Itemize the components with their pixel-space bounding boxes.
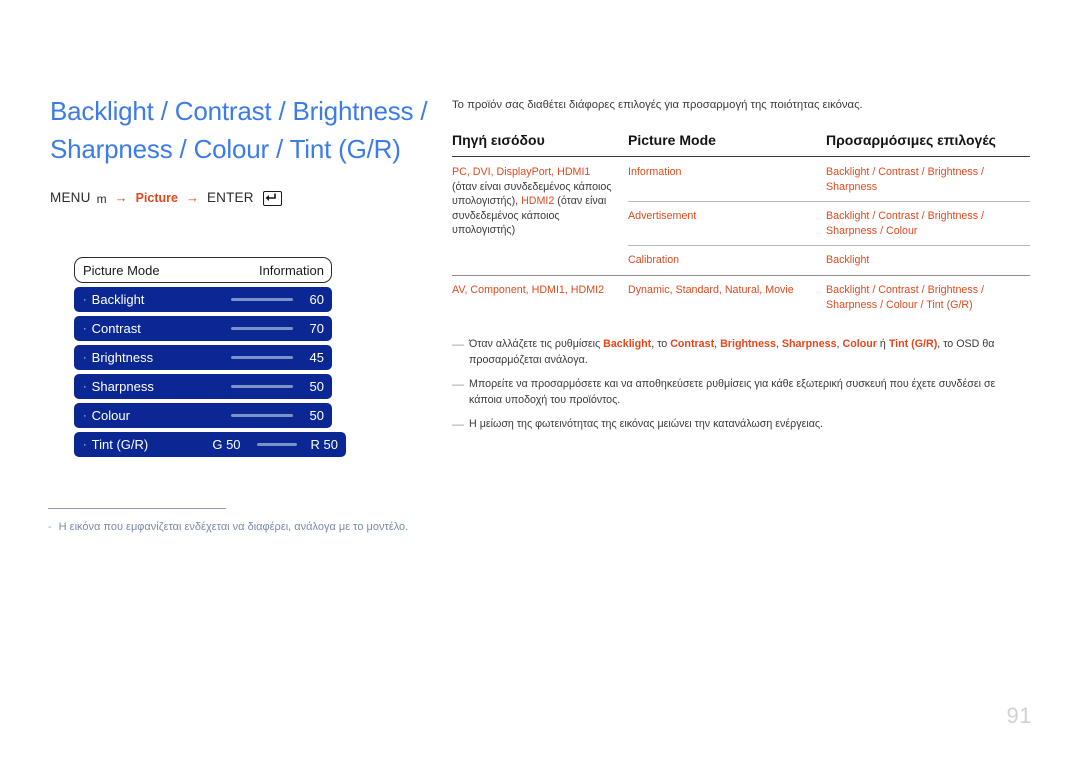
breadcrumb-menu-label: MENU	[50, 190, 91, 205]
intro-paragraph: Το προϊόν σας διαθέτει διάφορες επιλογές…	[452, 99, 863, 111]
bullet-icon: ·	[83, 409, 87, 422]
osd-row-value: 60	[309, 292, 324, 307]
osd-row-label: Contrast	[91, 321, 141, 336]
right-column: Το προϊόν σας διαθέτει διάφορες επιλογές…	[452, 97, 1030, 442]
arrow-right-icon-1: →	[114, 190, 128, 205]
page-title-line-2: Sharpness / Colour / Tint (G/R)	[50, 134, 401, 164]
note-highlight: Colour	[842, 338, 877, 351]
table-body: PC, DVI, DisplayPort, HDMI1 (όταν είναι …	[452, 157, 1030, 320]
note-text: Όταν αλλάζετε τις ρυθμίσεις	[469, 338, 604, 351]
osd-row-brightness[interactable]: · Brightness 45	[74, 345, 332, 370]
osd-row-label: Sharpness	[91, 379, 154, 394]
mode-cell-advertisement: Advertisement	[628, 201, 826, 246]
note-text: , το	[651, 338, 671, 351]
column-header-source: Πηγή εισόδου	[452, 132, 545, 148]
page-title-line-1: Backlight / Contrast / Brightness /	[50, 96, 428, 126]
note-dash-icon: —	[452, 417, 464, 432]
page-number: 91	[1006, 703, 1032, 728]
note-body-1: Όταν αλλάζετε τις ρυθμίσεις Backlight, τ…	[469, 337, 1030, 368]
footnote-text-row: - Η εικόνα που εμφανίζεται ενδέχεται να …	[48, 521, 448, 533]
note-highlight: Contrast	[670, 338, 715, 351]
bullet-icon: ·	[83, 293, 87, 306]
source-cell-av-group: AV, Component, HDMI1, HDMI2	[452, 274, 628, 320]
page-title: Backlight / Contrast / Brightness / Shar…	[50, 92, 430, 168]
osd-header-title: Picture Mode	[83, 262, 160, 278]
osd-row-colour[interactable]: · Colour 50	[74, 403, 332, 428]
osd-row-sharpness[interactable]: · Sharpness 50	[74, 374, 332, 399]
mode-cell-calibration: Calibration	[628, 245, 826, 276]
table-row: AV, Component, HDMI1, HDMI2 Dynamic, Sta…	[452, 274, 1030, 320]
osd-row-contrast[interactable]: · Contrast 70	[74, 316, 332, 341]
slider-track[interactable]	[231, 327, 293, 330]
footnote: - Η εικόνα που εμφανίζεται ενδέχεται να …	[48, 508, 448, 533]
footnote-divider	[48, 508, 226, 509]
osd-row-label: Backlight	[91, 292, 145, 307]
osd-row-value: 50	[309, 379, 324, 394]
mode-cell-information: Information	[628, 166, 682, 178]
note-highlight: Brightness	[720, 338, 776, 351]
bullet-icon: ·	[83, 351, 87, 364]
note-dash-icon: —	[452, 377, 464, 392]
notes-list: — Όταν αλλάζετε τις ρυθμίσεις Backlight,…	[452, 337, 1030, 433]
osd-row-backlight[interactable]: · Backlight 60	[74, 287, 332, 312]
bullet-icon: ·	[83, 322, 87, 335]
note-body-3: Η μείωση της φωτεινότητας της εικόνας με…	[469, 418, 824, 431]
osd-row-value: 70	[309, 321, 324, 336]
note-dash-icon: —	[452, 337, 464, 352]
note-body-2: Μπορείτε να προσαρμόσετε και να αποθηκεύ…	[469, 378, 996, 406]
menu-glyph-icon: m	[96, 191, 107, 206]
arrow-right-icon-2: →	[185, 190, 199, 205]
note-item-2: — Μπορείτε να προσαρμόσετε και να αποθηκ…	[452, 377, 1030, 408]
osd-row-label: Brightness	[91, 350, 154, 365]
table-header-row: Πηγή εισόδου Picture Mode Προσαρμόσιμες …	[452, 132, 1030, 157]
footnote-dash: -	[48, 521, 52, 533]
slider-track[interactable]	[256, 443, 297, 446]
enter-key-icon	[262, 191, 282, 206]
breadcrumb-enter-label: ENTER	[206, 190, 254, 205]
column-header-picture-mode: Picture Mode	[628, 132, 716, 148]
osd-row-label: Tint (G/R)	[91, 437, 149, 452]
table-row: PC, DVI, DisplayPort, HDMI1 (όταν είναι …	[452, 157, 1030, 236]
source-text-part-1: PC, DVI, DisplayPort, HDMI1	[452, 166, 591, 178]
osd-row-tint[interactable]: · Tint (G/R) G 50 R 50	[74, 432, 346, 457]
note-item-1: — Όταν αλλάζετε τις ρυθμίσεις Backlight,…	[452, 337, 1030, 368]
osd-row-value: 45	[309, 350, 324, 365]
footnote-body: Η εικόνα που εμφανίζεται ενδέχεται να δι…	[58, 521, 409, 533]
osd-row-label: Colour	[91, 408, 130, 423]
note-highlight: Backlight	[603, 338, 652, 351]
note-highlight: Sharpness	[781, 338, 837, 351]
breadcrumb: MENU m → Picture → ENTER	[50, 190, 430, 206]
options-cell-information: Backlight / Contrast / Brightness / Shar…	[826, 166, 985, 193]
osd-tint-red-value: R 50	[310, 437, 338, 452]
osd-row-value: 50	[309, 408, 324, 423]
slider-track[interactable]	[231, 298, 293, 301]
note-item-3: — Η μείωση της φωτεινότητας της εικόνας …	[452, 417, 1030, 433]
slider-track[interactable]	[231, 356, 293, 359]
left-column: Backlight / Contrast / Brightness / Shar…	[50, 92, 430, 206]
breadcrumb-picture-label: Picture	[135, 190, 178, 205]
slider-track[interactable]	[231, 414, 293, 417]
osd-header-value: Information	[258, 262, 324, 278]
source-text-part-3: HDMI2	[521, 195, 555, 208]
column-header-adjustable-options: Προσαρμόσιμες επιλογές	[826, 132, 996, 148]
options-cell-advertisement: Backlight / Contrast / Brightness / Shar…	[826, 201, 1030, 246]
picture-mode-table: Πηγή εισόδου Picture Mode Προσαρμόσιμες …	[452, 132, 1030, 320]
osd-picture-menu: Picture Mode Information · Backlight 60 …	[74, 257, 346, 457]
bullet-icon: ·	[83, 380, 87, 393]
source-cell-pc-group: PC, DVI, DisplayPort, HDMI1 (όταν είναι …	[452, 157, 628, 276]
mode-cell-dynamic-group: Dynamic, Standard, Natural, Movie	[628, 274, 826, 320]
osd-tint-green-value: G 50	[212, 437, 241, 452]
options-cell-dynamic-group: Backlight / Contrast / Brightness / Shar…	[826, 274, 1030, 320]
options-cell-calibration: Backlight	[826, 245, 1030, 276]
slider-track[interactable]	[231, 385, 293, 388]
note-text: ή	[876, 338, 889, 351]
note-highlight: Tint (G/R)	[888, 338, 938, 351]
bullet-icon: ·	[83, 438, 87, 451]
osd-header[interactable]: Picture Mode Information	[74, 257, 332, 283]
table-head: Πηγή εισόδου Picture Mode Προσαρμόσιμες …	[452, 132, 1030, 157]
